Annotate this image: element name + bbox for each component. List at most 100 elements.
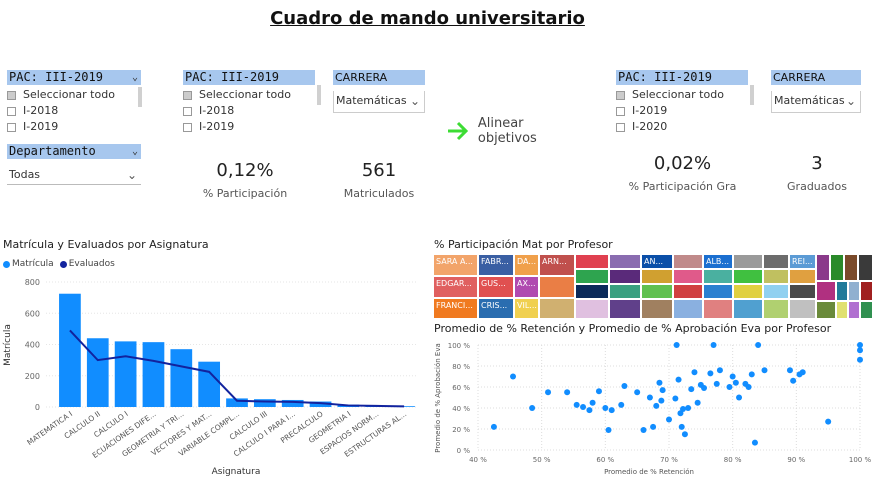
checkbox-icon[interactable]: [183, 90, 192, 100]
treemap-cell[interactable]: [816, 301, 836, 319]
treemap[interactable]: SARA A... FABR... DA... ARN... AN... ALB... RE…: [433, 254, 873, 319]
checkbox-icon[interactable]: [616, 122, 625, 132]
treemap-cell[interactable]: [844, 254, 858, 281]
option-1[interactable]: I-2019: [616, 103, 748, 119]
treemap-cell[interactable]: [575, 254, 609, 269]
carrera-dropdown[interactable]: Matemáticas ⌄: [771, 91, 861, 113]
checkbox-icon[interactable]: [183, 122, 192, 132]
scrollbar[interactable]: [317, 85, 321, 105]
checkbox-icon[interactable]: [183, 106, 192, 116]
scrollbar[interactable]: [138, 87, 142, 107]
treemap-cell[interactable]: [830, 254, 844, 281]
chevron-down-icon[interactable]: ⌄: [410, 91, 420, 111]
treemap-cell[interactable]: [860, 301, 873, 319]
pac-slicer-2-header[interactable]: PAC: III-2019: [183, 70, 315, 85]
treemap-cell[interactable]: [673, 299, 703, 319]
treemap-cell[interactable]: [848, 301, 860, 319]
treemap-cell[interactable]: [539, 298, 575, 319]
treemap-cell[interactable]: REI...: [789, 254, 816, 269]
treemap-cell[interactable]: [673, 254, 703, 269]
treemap-cell[interactable]: FRANCI...: [433, 298, 478, 319]
treemap-cell[interactable]: [641, 269, 673, 284]
carrera-slicer-2[interactable]: CARRERA Matemáticas ⌄: [771, 70, 861, 113]
treemap-cell[interactable]: [609, 269, 641, 284]
option-1[interactable]: I-2018: [183, 103, 315, 119]
scrollbar[interactable]: [750, 85, 754, 105]
treemap-cell[interactable]: [789, 269, 816, 284]
treemap-cell[interactable]: EDGAR...: [433, 276, 478, 298]
treemap-cell[interactable]: GUS...: [478, 276, 514, 298]
treemap-cell[interactable]: [789, 284, 816, 299]
treemap-cell[interactable]: AN...: [641, 254, 673, 269]
treemap-cell[interactable]: [763, 284, 789, 299]
treemap-cell[interactable]: [763, 299, 789, 319]
option-2[interactable]: I-2019: [7, 119, 141, 135]
treemap-cell[interactable]: [673, 284, 703, 299]
treemap-cell[interactable]: ALB...: [703, 254, 733, 269]
option-2[interactable]: I-2019: [183, 119, 315, 135]
carrera-dropdown[interactable]: Matemáticas ⌄: [333, 91, 425, 113]
option-2[interactable]: I-2020: [616, 119, 748, 135]
treemap-cell[interactable]: [763, 254, 789, 269]
treemap-cell[interactable]: CRIS...: [478, 298, 514, 319]
treemap-cell[interactable]: [609, 284, 641, 299]
treemap-cell[interactable]: FABR...: [478, 254, 514, 276]
treemap-cell[interactable]: [763, 269, 789, 284]
treemap-cell[interactable]: SARA A...: [433, 254, 478, 276]
treemap-cell[interactable]: [641, 299, 673, 319]
treemap-cell[interactable]: [733, 254, 763, 269]
chevron-down-icon[interactable]: ⌄: [132, 70, 138, 85]
chevron-down-icon[interactable]: ⌄: [846, 91, 856, 111]
checkbox-icon[interactable]: [616, 106, 625, 116]
option-1[interactable]: I-2018: [7, 103, 141, 119]
y-tick-label: 600: [25, 309, 40, 318]
pac-slicer-3-header[interactable]: PAC: III-2019: [616, 70, 748, 85]
treemap-cell[interactable]: [609, 299, 641, 319]
treemap-cell[interactable]: [673, 269, 703, 284]
option-select-all[interactable]: Seleccionar todo: [616, 87, 748, 103]
chevron-down-icon[interactable]: ⌄: [132, 144, 138, 159]
pac-slicer-3-label: PAC: III-2019: [618, 70, 712, 84]
option-select-all[interactable]: Seleccionar todo: [7, 87, 141, 103]
option-select-all[interactable]: Seleccionar todo: [183, 87, 315, 103]
treemap-cell[interactable]: [733, 299, 763, 319]
treemap-cell[interactable]: [703, 284, 733, 299]
treemap-cell[interactable]: [858, 254, 873, 281]
treemap-cell[interactable]: AX...: [514, 276, 539, 298]
treemap-cell[interactable]: [836, 301, 848, 319]
treemap-cell[interactable]: [860, 281, 873, 301]
treemap-cell[interactable]: VIL...: [514, 298, 539, 319]
chevron-down-icon[interactable]: ⌄: [127, 165, 137, 185]
scatter-chart[interactable]: 0 % 20 % 40 % 60 % 80 % 100 % 40 % 50 % 60 % 70 %…: [430, 336, 875, 481]
departamento-slicer[interactable]: Departamento ⌄ Todas ⌄: [7, 144, 141, 185]
treemap-cell[interactable]: [641, 284, 673, 299]
treemap-cell[interactable]: [848, 281, 860, 301]
treemap-cell[interactable]: [733, 269, 763, 284]
checkbox-icon[interactable]: [7, 106, 16, 116]
treemap-cell[interactable]: [733, 284, 763, 299]
checkbox-icon[interactable]: [616, 90, 625, 100]
treemap-cell[interactable]: [703, 269, 733, 284]
checkbox-icon[interactable]: [7, 90, 16, 100]
bar-chart[interactable]: 0200400600800MATEMATICA ICALCULO IICALCU…: [0, 270, 425, 480]
treemap-cell[interactable]: [816, 281, 836, 301]
treemap-cell[interactable]: [836, 281, 848, 301]
treemap-cell[interactable]: [703, 299, 733, 319]
treemap-cell[interactable]: ARN...: [539, 254, 575, 276]
pac-slicer-1-header[interactable]: PAC: III-2019 ⌄: [7, 70, 141, 85]
treemap-cell[interactable]: [575, 269, 609, 284]
treemap-cell[interactable]: [575, 299, 609, 319]
pac-slicer-1[interactable]: PAC: III-2019 ⌄ Seleccionar todo I-2018 …: [7, 70, 142, 135]
carrera-slicer-1[interactable]: CARRERA Matemáticas ⌄: [333, 70, 425, 113]
treemap-cell[interactable]: [609, 254, 641, 269]
treemap-cell[interactable]: [539, 276, 575, 298]
treemap-cell[interactable]: [789, 299, 816, 319]
pac-slicer-3[interactable]: PAC: III-2019 Seleccionar todo I-2019 I-…: [616, 70, 754, 135]
align-objectives-button[interactable]: Alinear objetivos: [446, 116, 586, 146]
treemap-cell[interactable]: [575, 284, 609, 299]
checkbox-icon[interactable]: [7, 122, 16, 132]
pac-slicer-2[interactable]: PAC: III-2019 Seleccionar todo I-2018 I-…: [183, 70, 321, 135]
departamento-dropdown[interactable]: Todas ⌄: [7, 165, 141, 185]
treemap-cell[interactable]: DA...: [514, 254, 539, 276]
treemap-cell[interactable]: [816, 254, 830, 281]
